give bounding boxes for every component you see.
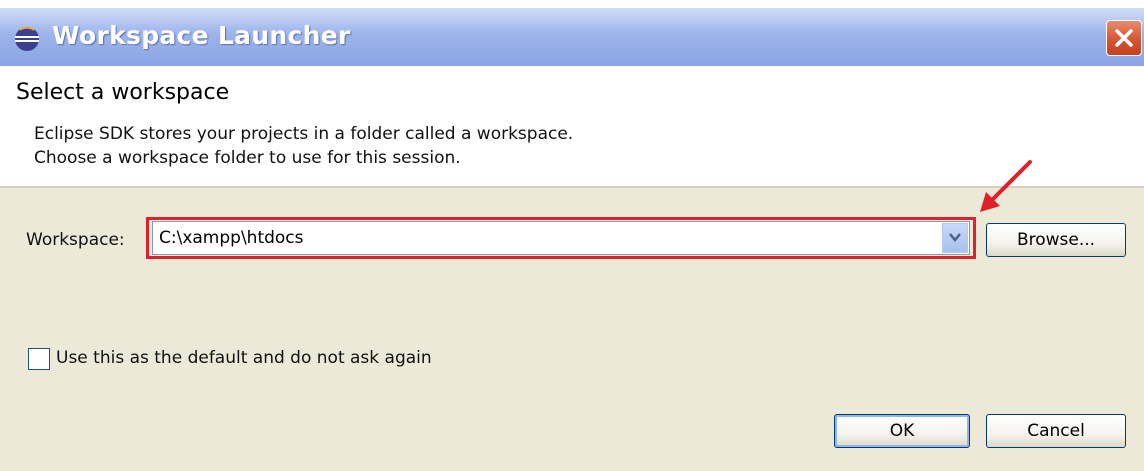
red-arrow-icon bbox=[980, 160, 1032, 212]
cancel-button[interactable]: Cancel bbox=[986, 414, 1126, 448]
title-bar: Workspace Launcher bbox=[0, 8, 1144, 66]
workspace-label: Workspace: bbox=[26, 230, 125, 250]
description-line-1: Eclipse SDK stores your projects in a fo… bbox=[34, 124, 574, 144]
default-checkbox[interactable] bbox=[28, 348, 50, 370]
annotation-highlight-box bbox=[146, 217, 976, 259]
description-line-2: Choose a workspace folder to use for thi… bbox=[34, 148, 461, 168]
eclipse-icon bbox=[15, 26, 39, 51]
close-button[interactable] bbox=[1106, 20, 1142, 56]
header-description: Eclipse SDK stores your projects in a fo… bbox=[34, 122, 573, 170]
browse-button[interactable]: Browse... bbox=[986, 223, 1126, 257]
dialog-body: Workspace: C:\xampp\htdocs Browse... Use… bbox=[0, 160, 1144, 471]
dialog-header: Select a workspace Eclipse SDK stores yo… bbox=[0, 66, 1144, 188]
header-title: Select a workspace bbox=[16, 80, 230, 105]
ok-button[interactable]: OK bbox=[834, 414, 970, 448]
window-title: Workspace Launcher bbox=[52, 21, 351, 50]
close-icon bbox=[1115, 29, 1133, 47]
default-checkbox-label[interactable]: Use this as the default and do not ask a… bbox=[56, 348, 432, 368]
